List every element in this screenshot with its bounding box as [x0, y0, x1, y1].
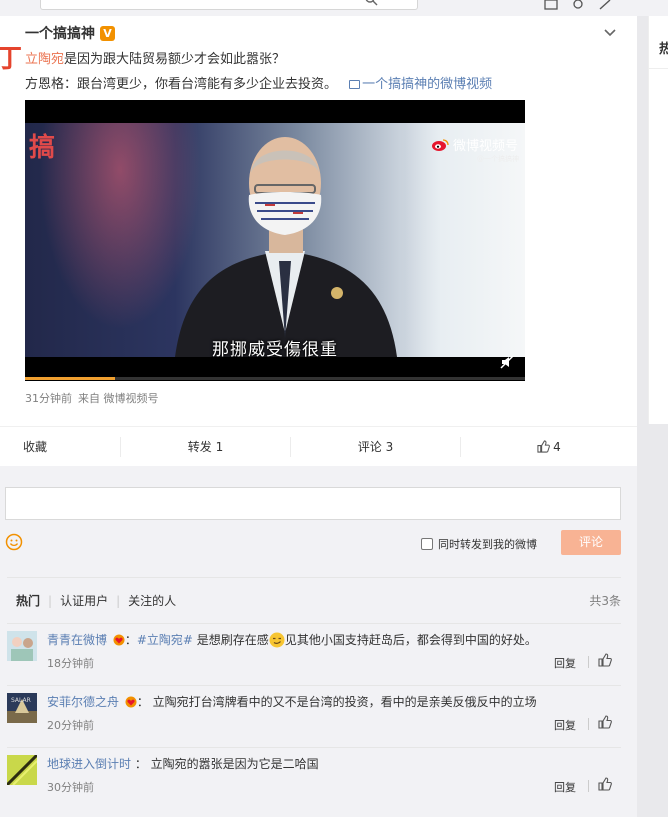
like-button[interactable]: 4	[460, 436, 637, 457]
comment-time: 30分钟前	[47, 781, 94, 794]
video-frame[interactable]: 搞 那挪威受傷很重 微博视频号 @一个搞搞神	[25, 123, 525, 357]
smirk-emoji-icon	[269, 632, 285, 648]
reply-button[interactable]: 回复	[554, 655, 576, 671]
like-count: 4	[553, 439, 561, 454]
comment-body: ： 立陶宛的嚣张是因为它是二哈国	[131, 757, 319, 771]
watermark-sub: @一个搞搞神	[477, 155, 519, 163]
channel-corner-logo: 搞	[29, 133, 56, 163]
write-icon[interactable]	[598, 0, 612, 10]
weibo-logo-icon	[432, 138, 449, 151]
comment-time: 20分钟前	[47, 719, 94, 732]
top-nav-bar	[0, 0, 668, 16]
also-repost-option[interactable]: 同时转发到我的微博	[421, 536, 537, 552]
post-author[interactable]: 一个搞搞神 V	[25, 23, 115, 43]
post-description-text: 方恩格：跟台湾更少，你看台湾能有多少企业去投资。	[25, 77, 338, 92]
post-title: 立陶宛是因为跟大陆贸易额少才会如此嚣张？	[25, 48, 285, 67]
avatar[interactable]	[7, 631, 37, 661]
comment-text: 地球进入倒计时 ： 立陶宛的嚣张是因为它是二哈国	[47, 755, 319, 772]
comment-body: ： 立陶宛打台湾牌看中的又不是台湾的投资，看中的是亲美反俄反中的立场	[136, 695, 537, 709]
post-meta: 31分钟前 来自 微博视频号	[25, 390, 159, 406]
comment-text: 青青在微博 ：#立陶宛# 是想刷存在感 见其他小国支持赶岛后，都会得到中国的好处。	[47, 631, 537, 648]
video-watermark: 微博视频号	[431, 135, 518, 154]
search-input[interactable]	[40, 0, 418, 10]
thumbs-up-icon	[537, 440, 551, 453]
decorative-red-mark: 丁	[0, 44, 23, 74]
divider	[588, 780, 589, 792]
comment-list: 热门 | 认证用户 | 关注的人 共3条 青青在微博 ：#立陶宛# 是想刷存在感…	[7, 577, 621, 809]
thumbs-up-icon[interactable]	[598, 653, 612, 667]
comment-label: 评论 3	[357, 440, 394, 454]
divider	[588, 656, 589, 668]
video-link[interactable]: 一个搞搞神的微博视频	[349, 77, 492, 92]
tab-following[interactable]: 关注的人	[128, 592, 176, 609]
speaker-image	[175, 137, 397, 357]
also-repost-checkbox[interactable]	[421, 538, 433, 550]
thumbs-up-icon[interactable]	[598, 777, 612, 791]
comment-filter-tabs: 热门 | 认证用户 | 关注的人 共3条	[7, 578, 621, 623]
messages-icon[interactable]	[544, 0, 558, 10]
comment-username[interactable]: 安菲尔德之舟	[47, 695, 119, 709]
comment-topic-tag[interactable]: #立陶宛#	[137, 633, 193, 647]
fan-badge-icon	[125, 696, 137, 708]
also-repost-label: 同时转发到我的微博	[438, 538, 537, 551]
comment-body-part: 是想刷存在感	[192, 633, 269, 647]
repost-button[interactable]: 转发 1	[120, 436, 290, 457]
video-player[interactable]: 搞 那挪威受傷很重 微博视频号 @一个搞搞神	[25, 100, 525, 381]
comment-total: 共3条	[589, 594, 621, 608]
search-icon[interactable]	[364, 0, 378, 6]
comment-body-part: 见其他小国支持赶岛后，都会得到中国的好处。	[284, 633, 537, 647]
reply-button[interactable]: 回复	[554, 717, 576, 733]
mute-icon[interactable]	[500, 355, 514, 369]
reply-button[interactable]: 回复	[554, 779, 576, 795]
comment-text: 安菲尔德之舟 ： 立陶宛打台湾牌看中的又不是台湾的投资，看中的是亲美反俄反中的立…	[47, 693, 537, 710]
hot-sidebar: 热 · · · · · ·	[648, 16, 668, 424]
weibo-post-card: 丁 一个搞搞神 V 立陶宛是因为跟大陆贸易额少才会如此嚣张？ 方恩格：跟台湾更少…	[0, 16, 637, 466]
favorite-label: 收藏	[23, 440, 48, 454]
tab-separator: |	[116, 593, 121, 608]
tab-separator: |	[48, 593, 53, 608]
comment-section: 同时转发到我的微博 评论 热门 | 认证用户 | 关注的人 共3条 青青在微博 …	[0, 466, 637, 817]
post-source[interactable]: 来自 微博视频号	[78, 392, 159, 405]
comment-time: 18分钟前	[47, 657, 94, 670]
author-name[interactable]: 一个搞搞神	[25, 23, 95, 43]
post-title-text: 是因为跟大陆贸易额少才会如此嚣张？	[64, 52, 286, 67]
video-subtitle: 那挪威受傷很重	[212, 340, 338, 357]
comment-colon: ：	[124, 633, 137, 647]
comment-input[interactable]	[5, 487, 621, 520]
settings-icon[interactable]	[571, 0, 585, 9]
post-time[interactable]: 31分钟前	[25, 392, 72, 405]
tab-hot[interactable]: 热门	[16, 592, 40, 609]
comment-item: SALAR 安菲尔德之舟 ： 立陶宛打台湾牌看中的又不是台湾的投资，看中的是亲美…	[7, 685, 621, 747]
chevron-down-icon[interactable]	[603, 28, 617, 38]
watermark-text: 微博视频号	[453, 139, 519, 154]
svg-text:SALAR: SALAR	[11, 697, 31, 704]
video-progress-fill	[25, 377, 115, 380]
repost-label: 转发 1	[187, 440, 224, 454]
divider	[588, 718, 589, 730]
comment-username[interactable]: 青青在微博	[47, 633, 107, 647]
post-actions-bar: 收藏 转发 1 评论 3 4	[0, 426, 637, 466]
sidebar-title: 热	[659, 42, 668, 57]
thumbs-up-icon[interactable]	[598, 715, 612, 729]
video-progress-bar[interactable]	[25, 377, 525, 380]
comment-item: 青青在微博 ：#立陶宛# 是想刷存在感 见其他小国支持赶岛后，都会得到中国的好处。…	[7, 623, 621, 685]
fan-badge-icon	[113, 634, 125, 646]
avatar[interactable]	[7, 755, 37, 785]
topic-link[interactable]: 立陶宛	[25, 52, 64, 67]
favorite-button[interactable]: 收藏	[0, 427, 120, 467]
emoji-icon[interactable]	[5, 533, 23, 551]
sidebar-divider	[649, 68, 668, 69]
comment-button[interactable]: 评论 3	[290, 436, 460, 457]
avatar[interactable]: SALAR	[7, 693, 37, 723]
submit-comment-button[interactable]: 评论	[561, 530, 621, 555]
post-description: 方恩格：跟台湾更少，你看台湾能有多少企业去投资。 一个搞搞神的微博视频	[25, 73, 492, 92]
verified-badge-icon: V	[100, 25, 115, 41]
video-icon	[349, 80, 361, 89]
comment-username[interactable]: 地球进入倒计时	[47, 757, 131, 771]
tab-verified-users[interactable]: 认证用户	[60, 592, 108, 609]
video-link-text[interactable]: 一个搞搞神的微博视频	[362, 77, 492, 92]
comment-item: 地球进入倒计时 ： 立陶宛的嚣张是因为它是二哈国 30分钟前 回复	[7, 747, 621, 809]
